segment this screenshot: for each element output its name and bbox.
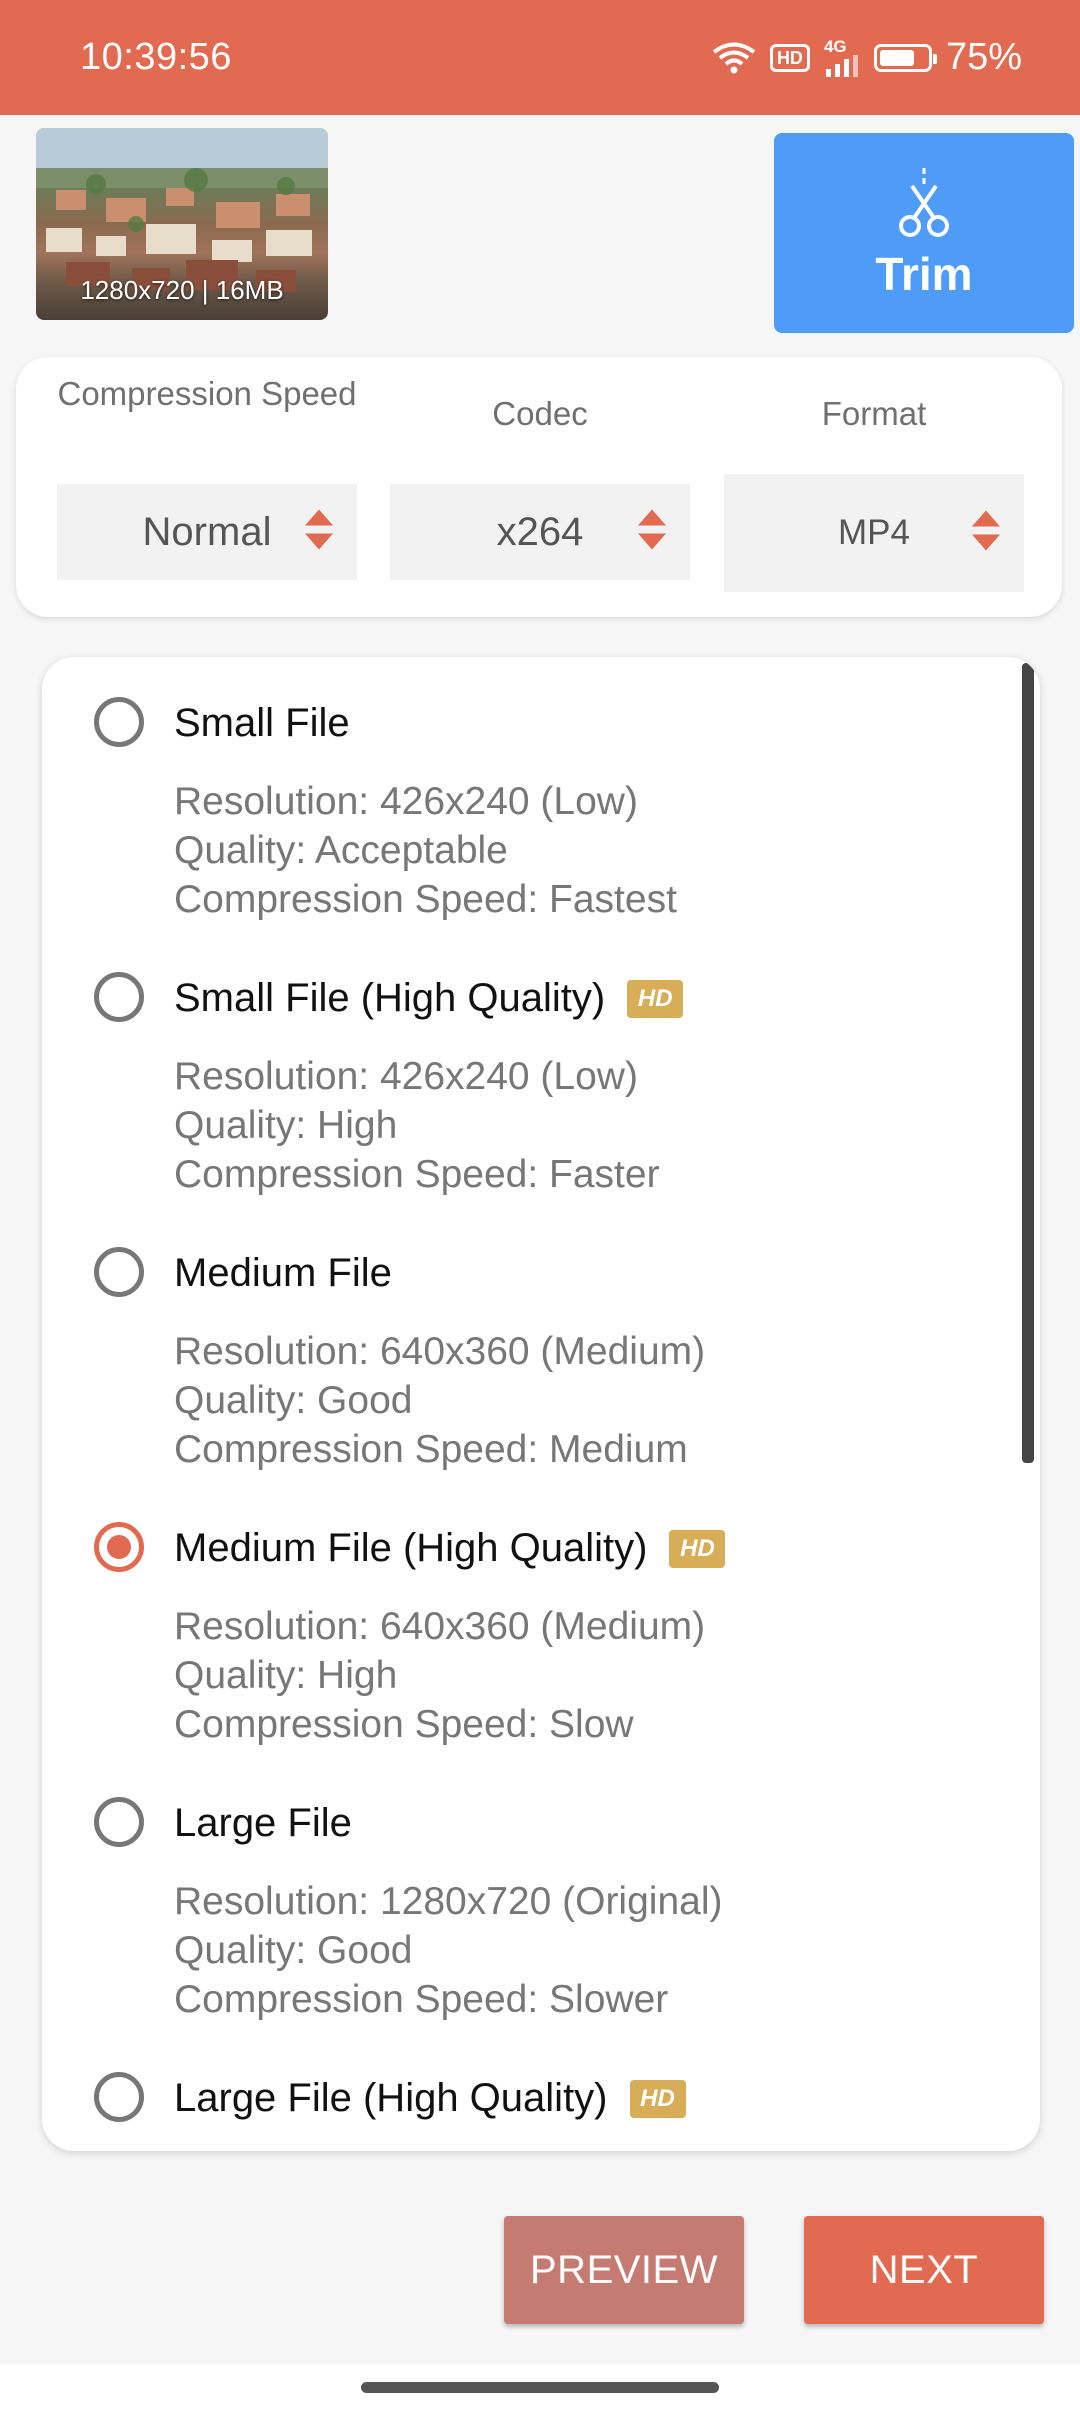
gesture-navigation-area bbox=[0, 2364, 1080, 2412]
scrollbar[interactable] bbox=[1022, 663, 1034, 1463]
trim-button[interactable]: Trim bbox=[774, 133, 1074, 333]
wifi-icon bbox=[712, 41, 756, 75]
option-speed: Compression Speed: Faster bbox=[174, 1153, 660, 1196]
option-description: Resolution: 1280x720 (Original) Quality:… bbox=[174, 1877, 722, 2024]
preview-button[interactable]: PREVIEW bbox=[504, 2216, 744, 2324]
radio-button[interactable] bbox=[94, 1247, 144, 1297]
format-value: MP4 bbox=[838, 513, 910, 552]
spinner-arrows-icon bbox=[636, 508, 668, 557]
option-title: Small File bbox=[174, 701, 350, 745]
spinner-arrows-icon bbox=[303, 508, 335, 557]
option-quality: Quality: High bbox=[174, 1104, 398, 1147]
option-title: Medium File (High Quality) HD bbox=[174, 1526, 726, 1571]
option-quality: Quality: Acceptable bbox=[174, 829, 508, 872]
option-resolution: Resolution: 640x360 (Medium) bbox=[174, 1605, 706, 1648]
status-icons: HD 4G 75% bbox=[712, 36, 1022, 79]
option-resolution: Resolution: 426x240 (Low) bbox=[174, 780, 638, 823]
codec-select[interactable]: x264 bbox=[390, 484, 690, 580]
option-title: Medium File bbox=[174, 1251, 392, 1295]
option-description: Resolution: 426x240 (Low) Quality: High … bbox=[174, 1052, 660, 1199]
radio-button[interactable] bbox=[94, 697, 144, 747]
option-quality: Quality: High bbox=[174, 1654, 398, 1697]
status-time: 10:39:56 bbox=[80, 36, 232, 78]
compression-speed-select[interactable]: Normal bbox=[57, 484, 357, 580]
option-resolution: Resolution: 426x240 (Low) bbox=[174, 1055, 638, 1098]
option-speed: Compression Speed: Slower bbox=[174, 1978, 669, 2021]
spinner-arrows-icon bbox=[970, 509, 1002, 558]
format-select[interactable]: MP4 bbox=[724, 474, 1024, 592]
cellular-signal-icon: 4G bbox=[823, 36, 860, 77]
home-indicator[interactable] bbox=[361, 2382, 719, 2393]
option-quality: Quality: Good bbox=[174, 1379, 413, 1422]
option-description: Resolution: 640x360 (Medium) Quality: Hi… bbox=[174, 1602, 705, 1749]
option-description: Resolution: 426x240 (Low) Quality: Accep… bbox=[174, 777, 677, 924]
compression-settings-card: Compression Speed Normal Codec x264 Form… bbox=[16, 357, 1062, 617]
battery-icon bbox=[873, 43, 937, 72]
radio-button[interactable] bbox=[94, 972, 144, 1022]
option-title: Large File bbox=[174, 1801, 352, 1845]
option-resolution: Resolution: 1280x720 (Original) bbox=[174, 1880, 723, 1923]
trim-label: Trim bbox=[875, 247, 973, 300]
next-button[interactable]: NEXT bbox=[804, 2216, 1044, 2324]
battery-percent: 75% bbox=[945, 36, 1022, 78]
hd-badge-icon: HD bbox=[669, 1529, 726, 1568]
radio-button-selected[interactable] bbox=[94, 1522, 144, 1572]
scissors-icon bbox=[898, 166, 950, 243]
network-type-label: 4G bbox=[823, 36, 847, 56]
option-title: Small File (High Quality) HD bbox=[174, 976, 684, 1021]
quality-options-list[interactable]: Small File Resolution: 426x240 (Low) Qua… bbox=[42, 657, 1040, 2151]
compression-speed-value: Normal bbox=[142, 509, 272, 554]
hd-badge-icon: HD bbox=[627, 979, 684, 1018]
option-resolution: Resolution: 640x360 (Medium) bbox=[174, 1330, 706, 1373]
radio-button[interactable] bbox=[94, 2072, 144, 2122]
video-thumbnail[interactable]: 1280x720 | 16MB bbox=[36, 128, 328, 320]
option-quality: Quality: Good bbox=[174, 1929, 413, 1972]
format-label: Format bbox=[821, 395, 927, 432]
option-speed: Compression Speed: Medium bbox=[174, 1428, 688, 1471]
compression-speed-label: Compression Speed bbox=[57, 375, 357, 412]
radio-button[interactable] bbox=[94, 1797, 144, 1847]
video-info: 1280x720 | 16MB bbox=[80, 275, 284, 305]
hd-badge-icon: HD bbox=[629, 2079, 686, 2118]
hd-voice-icon: HD bbox=[769, 43, 810, 72]
status-bar: 10:39:56 HD 4G 75% bbox=[0, 0, 1080, 115]
option-description: Resolution: 640x360 (Medium) Quality: Go… bbox=[174, 1327, 705, 1474]
option-speed: Compression Speed: Fastest bbox=[174, 878, 677, 921]
codec-label: Codec bbox=[492, 395, 588, 432]
option-title: Large File (High Quality) HD bbox=[174, 2076, 686, 2121]
option-speed: Compression Speed: Slow bbox=[174, 1703, 634, 1746]
codec-value: x264 bbox=[496, 509, 584, 554]
